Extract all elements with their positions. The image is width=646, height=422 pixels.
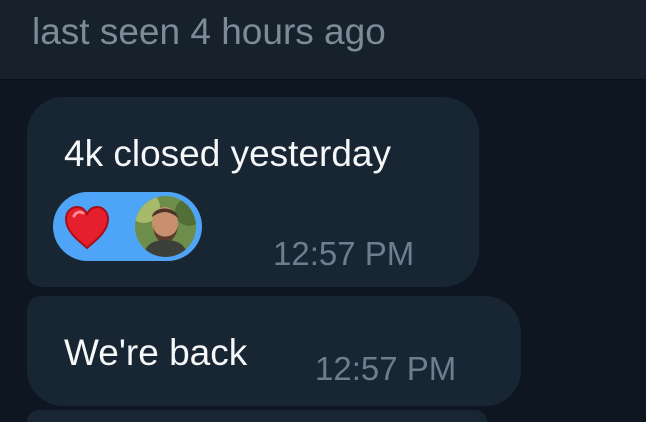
- reaction-user-avatar[interactable]: [135, 196, 196, 257]
- chat-header: last seen 4 hours ago: [0, 0, 646, 80]
- last-seen-status: last seen 4 hours ago: [32, 11, 386, 52]
- message-time: 12:57 PM: [273, 235, 415, 272]
- heart-reaction-button[interactable]: [53, 192, 202, 261]
- heart-icon: [64, 205, 110, 250]
- message-text: We're back: [64, 332, 248, 373]
- user-avatar-image: [135, 196, 196, 257]
- message-text: 4k closed yesterday: [64, 133, 392, 174]
- message-time: 12:57 PM: [315, 350, 457, 387]
- next-message-bubble[interactable]: [27, 410, 487, 422]
